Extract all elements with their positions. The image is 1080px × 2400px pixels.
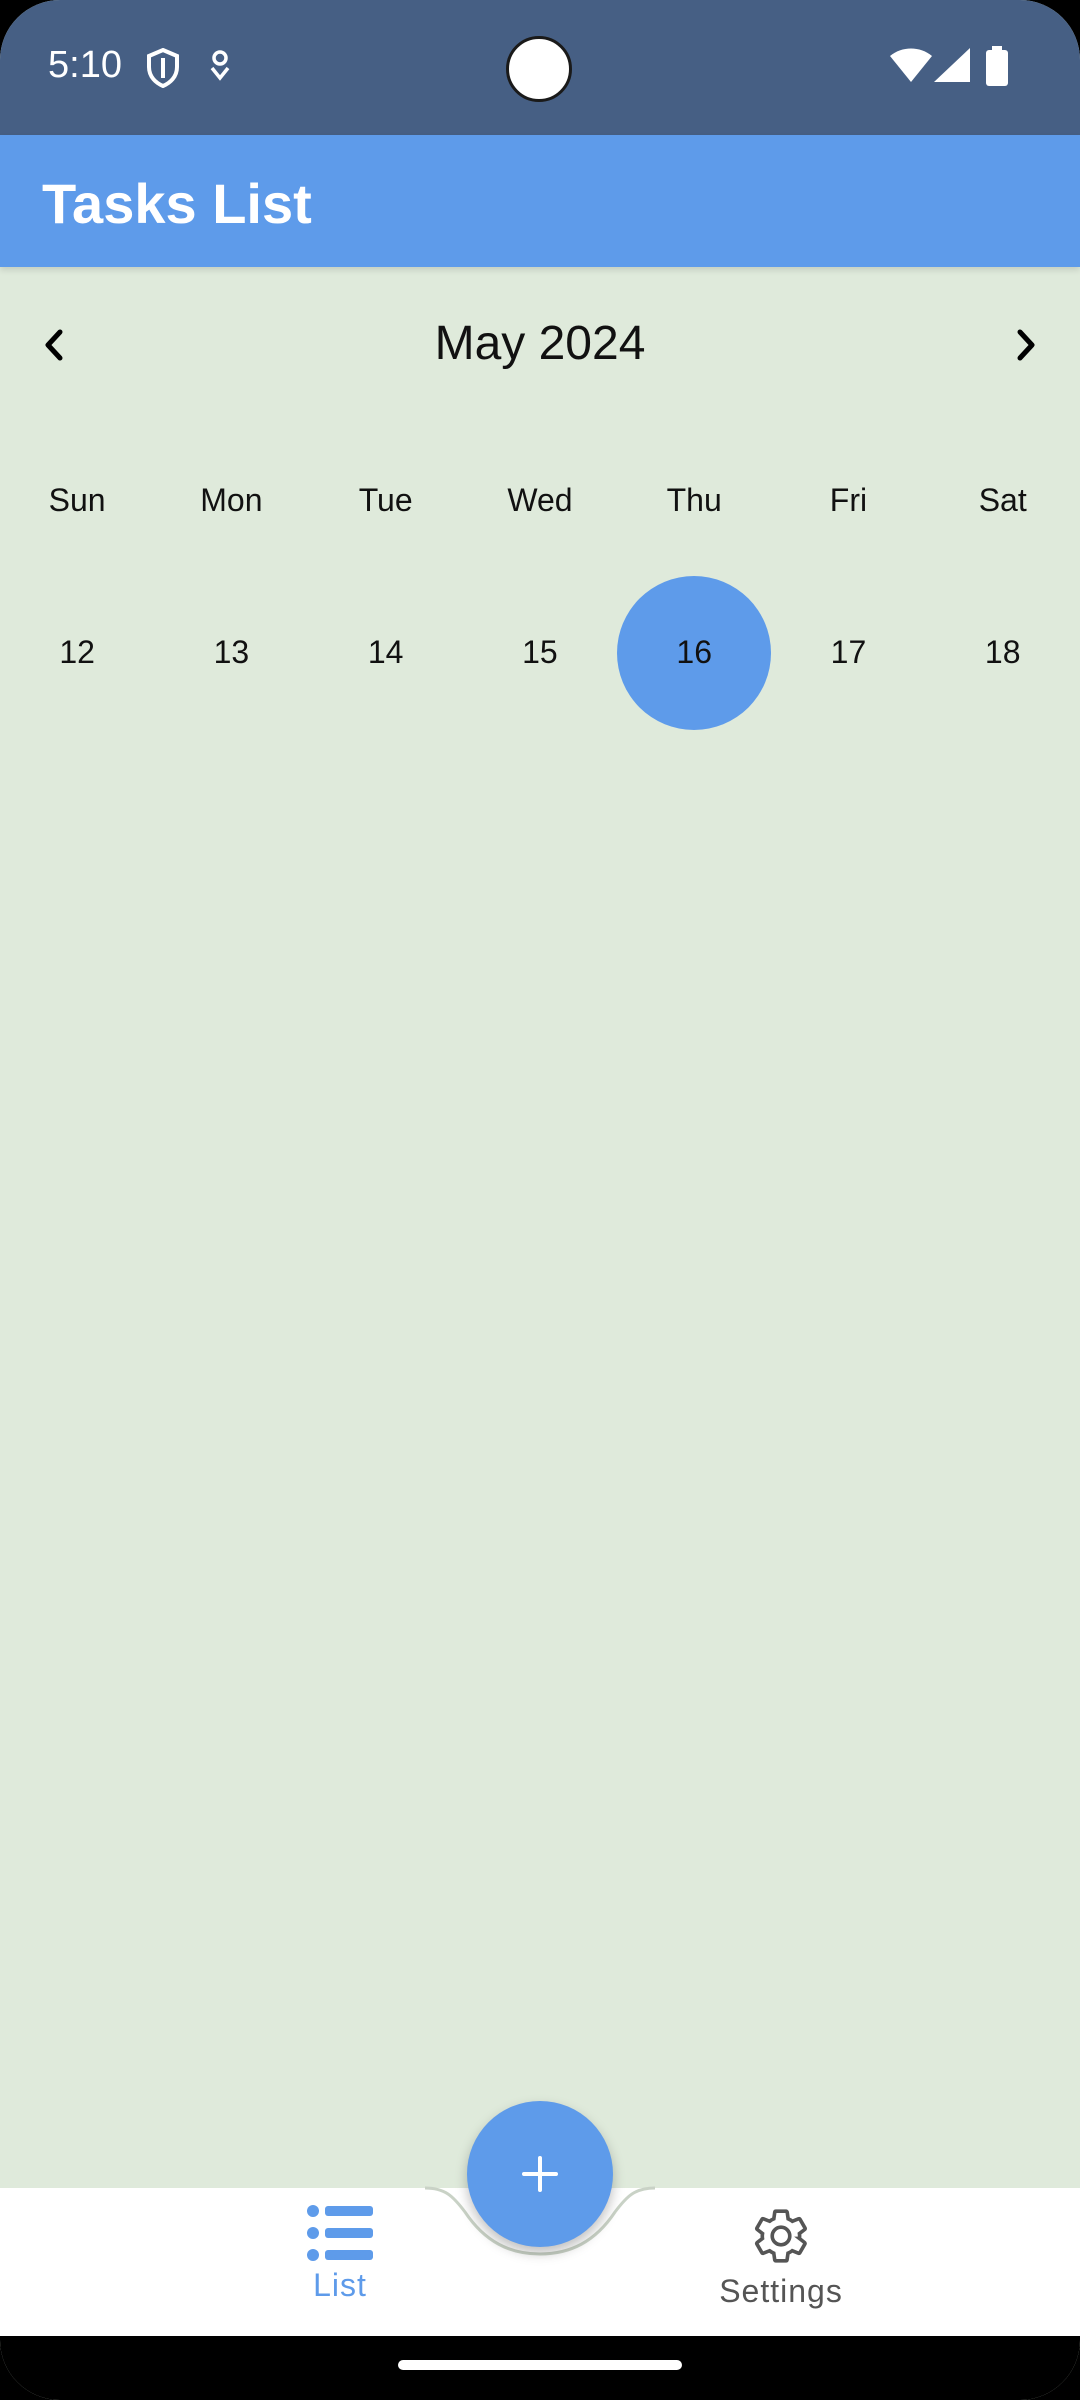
home-gesture-handle[interactable] <box>398 2360 682 2370</box>
day-number: 15 <box>522 634 558 670</box>
next-month-button[interactable] <box>1000 320 1050 370</box>
list-icon <box>307 2205 373 2261</box>
weekday-label: Fri <box>829 481 868 518</box>
nav-item-settings[interactable]: Settings <box>681 2205 881 2325</box>
day-cell-18[interactable]: 18 <box>926 575 1080 730</box>
weekday-label: Sat <box>978 481 1027 518</box>
status-time: 5:10 <box>48 44 122 86</box>
day-cell-15[interactable]: 15 <box>463 575 617 730</box>
page-title: Tasks List <box>42 172 312 235</box>
wifi-icon <box>890 48 932 89</box>
nav-item-list[interactable]: List <box>240 2205 440 2325</box>
status-bar: 5:10 <box>0 0 1080 135</box>
nav-label-settings: Settings <box>719 2273 843 2309</box>
add-task-button[interactable] <box>467 2101 613 2247</box>
plus-icon <box>522 2156 558 2192</box>
weekday-label: Thu <box>666 481 722 518</box>
day-cell-14[interactable]: 14 <box>309 575 463 730</box>
month-title: May 2024 <box>434 317 646 370</box>
nav-label-list: List <box>313 2267 367 2303</box>
weekday-label: Sun <box>48 481 106 518</box>
gesture-navigation-bar <box>0 2336 1080 2400</box>
selected-day-number: 16 <box>617 575 772 730</box>
shield-icon <box>146 47 180 93</box>
weekday-label: Tue <box>358 481 413 518</box>
location-pin-icon <box>208 48 232 87</box>
weekday-label: Mon <box>200 481 263 518</box>
day-cell-12[interactable]: 12 <box>0 575 154 730</box>
camera-cutout <box>506 36 572 102</box>
weekday-row: Sun Mon Tue Wed Thu Fri Sat <box>0 470 1080 530</box>
weekday-label: Wed <box>507 481 573 518</box>
day-cell-17[interactable]: 17 <box>771 575 925 730</box>
app-screen: 5:10 Tasks List May 2024 Sun Mon Tue Wed… <box>0 0 1080 2400</box>
day-number: 14 <box>367 634 404 670</box>
gear-icon <box>754 2209 807 2263</box>
day-cell-13[interactable]: 13 <box>154 575 308 730</box>
chevron-right-icon <box>1017 329 1035 361</box>
day-number: 17 <box>830 634 867 670</box>
signal-icon <box>934 48 970 89</box>
app-bar: Tasks List <box>0 135 1080 267</box>
calendar-header: May 2024 <box>0 300 1080 390</box>
battery-icon <box>986 46 1008 91</box>
day-number: 12 <box>59 634 95 670</box>
day-row: 12 13 14 15 16 17 18 <box>0 575 1080 730</box>
day-number: 13 <box>213 634 250 670</box>
day-number: 18 <box>984 634 1021 670</box>
day-cell-16-selected[interactable]: 16 <box>617 575 772 730</box>
